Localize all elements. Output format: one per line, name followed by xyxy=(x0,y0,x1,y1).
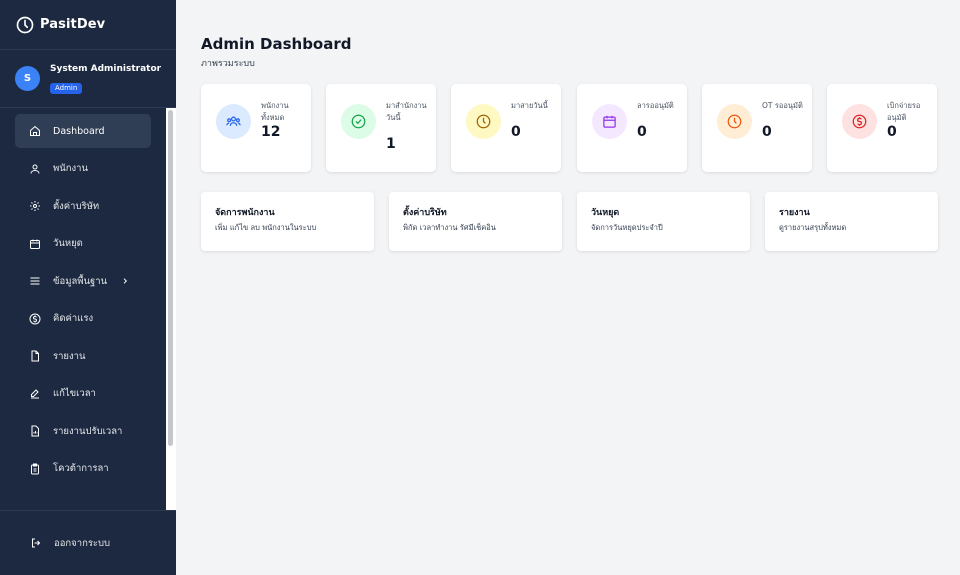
quick-link-title: รายงาน xyxy=(779,208,810,218)
sidebar-item-label: แก้ไขเวลา xyxy=(53,388,96,399)
stat-label: ลารออนุมัติ xyxy=(637,101,674,110)
brand-name: PasitDev xyxy=(40,17,106,32)
stat-value: 0 xyxy=(511,124,521,140)
quick-link-title: ตั้งค่าบริษัท xyxy=(403,208,447,218)
quick-link-holidays[interactable]: วันหยุด จัดการวันหยุดประจำปี xyxy=(577,192,750,251)
quick-link-title: จัดการพนักงาน xyxy=(215,208,275,218)
dollar-icon xyxy=(29,313,41,325)
stat-card-total-employees: พนักงานทั้งหมด 12 xyxy=(201,84,311,172)
stat-value: 12 xyxy=(261,124,281,140)
sidebar-item-label: วันหยุด xyxy=(53,238,83,249)
clock-icon xyxy=(16,16,34,34)
quick-link-manage-employees[interactable]: จัดการพนักงาน เพิ่ม แก้ไข ลบ พนักงานในระ… xyxy=(201,192,374,251)
sidebar-item-payroll[interactable]: คิดค่าแรง xyxy=(15,302,151,336)
sidebar-nav: Dashboard พนักงาน ตั้งค่าบริษัท วันหยุด … xyxy=(0,114,166,489)
sidebar-item-master-data[interactable]: ข้อมูลพื้นฐาน xyxy=(15,264,151,298)
sidebar-item-holidays[interactable]: วันหยุด xyxy=(15,227,151,261)
sidebar-item-label: ตั้งค่าบริษัท xyxy=(53,200,100,212)
brand[interactable]: PasitDev xyxy=(0,0,176,50)
logout-button[interactable]: ออกจากระบบ xyxy=(0,510,176,575)
clock-icon xyxy=(717,104,752,139)
chevron-right-icon xyxy=(121,277,129,285)
clipboard-icon xyxy=(29,463,41,475)
edit-icon xyxy=(29,388,41,400)
quick-link-title: วันหยุด xyxy=(591,208,620,218)
quick-link-desc: เพิ่ม แก้ไข ลบ พนักงานในระบบ xyxy=(215,223,317,232)
users-icon xyxy=(216,104,251,139)
document-chart-icon xyxy=(29,425,41,437)
menu-icon xyxy=(29,275,41,287)
calendar-icon xyxy=(592,104,627,139)
sidebar-item-employees[interactable]: พนักงาน xyxy=(15,152,151,186)
stat-value: 0 xyxy=(762,124,772,140)
clock-icon xyxy=(466,104,501,139)
users-icon xyxy=(29,163,41,175)
logout-icon xyxy=(30,537,42,549)
stat-label: เบิกจ่ายรออนุมัติ xyxy=(887,101,921,122)
avatar: S xyxy=(15,66,40,91)
stat-card-expense-pending: เบิกจ่ายรออนุมัติ 0 xyxy=(827,84,937,172)
sidebar-item-label: โควต้าการลา xyxy=(53,463,109,474)
sidebar-scrollbar[interactable] xyxy=(166,108,176,510)
sidebar-item-dashboard[interactable]: Dashboard xyxy=(15,114,151,148)
home-icon xyxy=(29,125,41,137)
stat-card-leave-pending: ลารออนุมัติ 0 xyxy=(577,84,687,172)
stat-value: 0 xyxy=(637,124,647,140)
sidebar-item-company-settings[interactable]: ตั้งค่าบริษัท xyxy=(15,189,151,223)
stat-label: พนักงานทั้งหมด xyxy=(261,101,289,122)
main-content: Admin Dashboard ภาพรวมระบบ พนักงานทั้งหม… xyxy=(176,0,960,575)
stat-value: 0 xyxy=(887,124,897,140)
sidebar-item-time-adjust-report[interactable]: รายงานปรับเวลา xyxy=(15,414,151,448)
page-subtitle: ภาพรวมระบบ xyxy=(201,59,255,69)
user-name: System Administrator xyxy=(50,64,162,74)
page-title: Admin Dashboard xyxy=(201,35,352,53)
quick-link-desc: จัดการวันหยุดประจำปี xyxy=(591,223,663,232)
sidebar-item-label: Dashboard xyxy=(53,125,105,137)
user-profile: S System Administrator Admin xyxy=(0,50,176,108)
dollar-icon xyxy=(842,104,877,139)
quick-link-desc: ดูรายงานสรุปทั้งหมด xyxy=(779,223,847,232)
sidebar: PasitDev S System Administrator Admin Da… xyxy=(0,0,176,575)
logout-label: ออกจากระบบ xyxy=(54,537,111,549)
sidebar-item-edit-time[interactable]: แก้ไขเวลา xyxy=(15,377,151,411)
calendar-icon xyxy=(29,238,41,250)
stat-card-present-today: มาสำนักงานวันนี้ 1 xyxy=(326,84,436,172)
scrollbar-thumb[interactable] xyxy=(168,110,173,446)
role-badge: Admin xyxy=(50,83,83,94)
document-icon xyxy=(29,350,41,362)
sidebar-item-label: รายงานปรับเวลา xyxy=(53,425,123,437)
sidebar-item-leave-quota[interactable]: โควต้าการลา xyxy=(15,452,151,486)
sidebar-item-label: รายงาน xyxy=(53,350,86,362)
sidebar-item-label: คิดค่าแรง xyxy=(53,313,94,324)
quick-link-reports[interactable]: รายงาน ดูรายงานสรุปทั้งหมด xyxy=(765,192,938,251)
quick-link-desc: พิกัด เวลาทำงาน รัศมีเช็คอิน xyxy=(403,223,496,232)
stat-label: มาสำนักงานวันนี้ xyxy=(386,101,427,122)
stat-value: 1 xyxy=(386,136,396,152)
stat-card-late-today: มาสายวันนี้ 0 xyxy=(451,84,561,172)
check-circle-icon xyxy=(341,104,376,139)
sidebar-item-label: ข้อมูลพื้นฐาน xyxy=(53,275,108,287)
quick-link-company-settings[interactable]: ตั้งค่าบริษัท พิกัด เวลาทำงาน รัศมีเช็คอ… xyxy=(389,192,562,251)
gear-icon xyxy=(29,200,41,212)
sidebar-item-reports[interactable]: รายงาน xyxy=(15,339,151,373)
stat-card-ot-pending: OT รออนุมัติ 0 xyxy=(702,84,812,172)
sidebar-item-label: พนักงาน xyxy=(53,163,88,174)
stat-label: มาสายวันนี้ xyxy=(511,101,548,110)
stat-label: OT รออนุมัติ xyxy=(762,101,803,110)
